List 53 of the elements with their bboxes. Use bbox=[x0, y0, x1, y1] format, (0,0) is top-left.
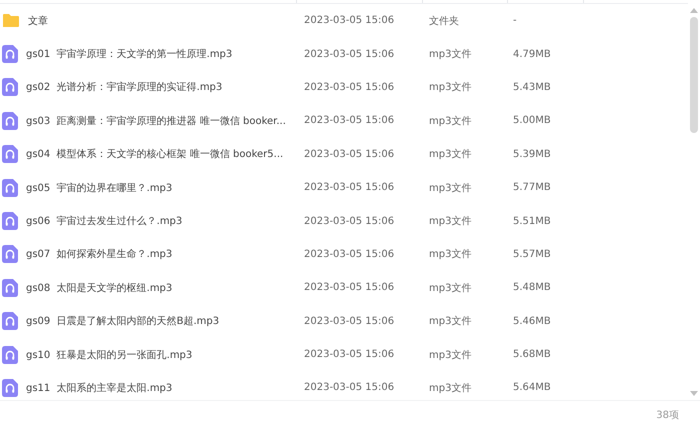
file-type: mp3文件 bbox=[429, 148, 472, 162]
modified-date: 2023-03-05 15:06 bbox=[304, 349, 396, 360]
modified-date: 2023-03-05 15:06 bbox=[304, 248, 396, 260]
file-size: 5.77MB bbox=[513, 182, 551, 194]
modified-date: 2023-03-05 15:06 bbox=[304, 48, 396, 60]
file-type: mp3文件 bbox=[429, 114, 472, 128]
file-name[interactable]: gs11 太阳系的主宰是太阳.mp3 bbox=[26, 380, 172, 395]
file-type: mp3文件 bbox=[429, 382, 472, 395]
modified-date: 2023-03-05 15:06 bbox=[304, 182, 396, 194]
file-size: 5.68MB bbox=[513, 349, 551, 360]
file-name[interactable]: 文章 bbox=[28, 14, 48, 28]
file-type: 文件夹 bbox=[429, 14, 460, 28]
file-type: mp3文件 bbox=[429, 48, 472, 62]
file-name[interactable]: gs09 日震是了解太阳内部的天然B超.mp3 bbox=[26, 314, 220, 328]
file-size: 5.51MB bbox=[513, 216, 551, 227]
file-name[interactable]: gs05 宇宙的边界在哪里？.mp3 bbox=[26, 180, 172, 195]
modified-date: 2023-03-05 15:06 bbox=[304, 148, 396, 160]
modified-date: 2023-03-05 15:06 bbox=[304, 216, 396, 227]
file-size: 5.48MB bbox=[513, 282, 551, 294]
scroll-thumb[interactable] bbox=[690, 17, 698, 133]
modified-date: 2023-03-05 15:06 bbox=[304, 82, 396, 93]
file-name[interactable]: gs07 如何探索外星生命？.mp3 bbox=[26, 247, 172, 262]
item-count: 38项 bbox=[656, 409, 679, 422]
modified-date: 2023-03-05 15:06 bbox=[304, 316, 396, 327]
file-type: mp3文件 bbox=[429, 80, 472, 94]
modified-date: 2023-03-05 15:06 bbox=[304, 115, 396, 126]
file-type: mp3文件 bbox=[429, 248, 472, 262]
file-size: 5.43MB bbox=[513, 82, 551, 93]
file-type: mp3文件 bbox=[429, 182, 472, 195]
file-name[interactable]: gs02 光谱分析：宇宙学原理的实证得.mp3 bbox=[26, 80, 222, 94]
file-name[interactable]: gs04 模型体系：天文学的核心框架 唯一微信 booker5... bbox=[26, 147, 284, 162]
file-size: - bbox=[513, 15, 517, 26]
file-size: 5.64MB bbox=[513, 382, 551, 394]
file-name[interactable]: gs03 距离测量：宇宙学原理的推进器 唯一微信 booker... bbox=[26, 114, 286, 128]
file-size: 5.57MB bbox=[513, 248, 551, 260]
scroll-up-icon[interactable] bbox=[690, 8, 698, 13]
file-size: 4.79MB bbox=[513, 48, 551, 60]
file-name[interactable]: gs10 狂暴是太阳的另一张面孔.mp3 bbox=[26, 348, 192, 362]
modified-date: 2023-03-05 15:06 bbox=[304, 282, 396, 294]
modified-date: 2023-03-05 15:06 bbox=[304, 382, 396, 394]
file-type: mp3文件 bbox=[429, 214, 472, 228]
file-type: mp3文件 bbox=[429, 282, 472, 295]
file-size: 5.39MB bbox=[513, 148, 551, 160]
file-type: mp3文件 bbox=[429, 348, 472, 362]
file-size: 5.00MB bbox=[513, 115, 551, 126]
file-name[interactable]: gs01 宇宙学原理：天文学的第一性原理.mp3 bbox=[26, 47, 232, 62]
scroll-down-icon[interactable] bbox=[690, 391, 698, 396]
modified-date: 2023-03-05 15:06 bbox=[304, 15, 396, 26]
file-size: 5.46MB bbox=[513, 316, 551, 327]
file-type: mp3文件 bbox=[429, 314, 472, 328]
file-name[interactable]: gs06 宇宙过去发生过什么？.mp3 bbox=[26, 214, 182, 228]
file-name[interactable]: gs08 太阳是天文学的枢纽.mp3 bbox=[26, 280, 172, 295]
folder-icon bbox=[2, 13, 20, 28]
